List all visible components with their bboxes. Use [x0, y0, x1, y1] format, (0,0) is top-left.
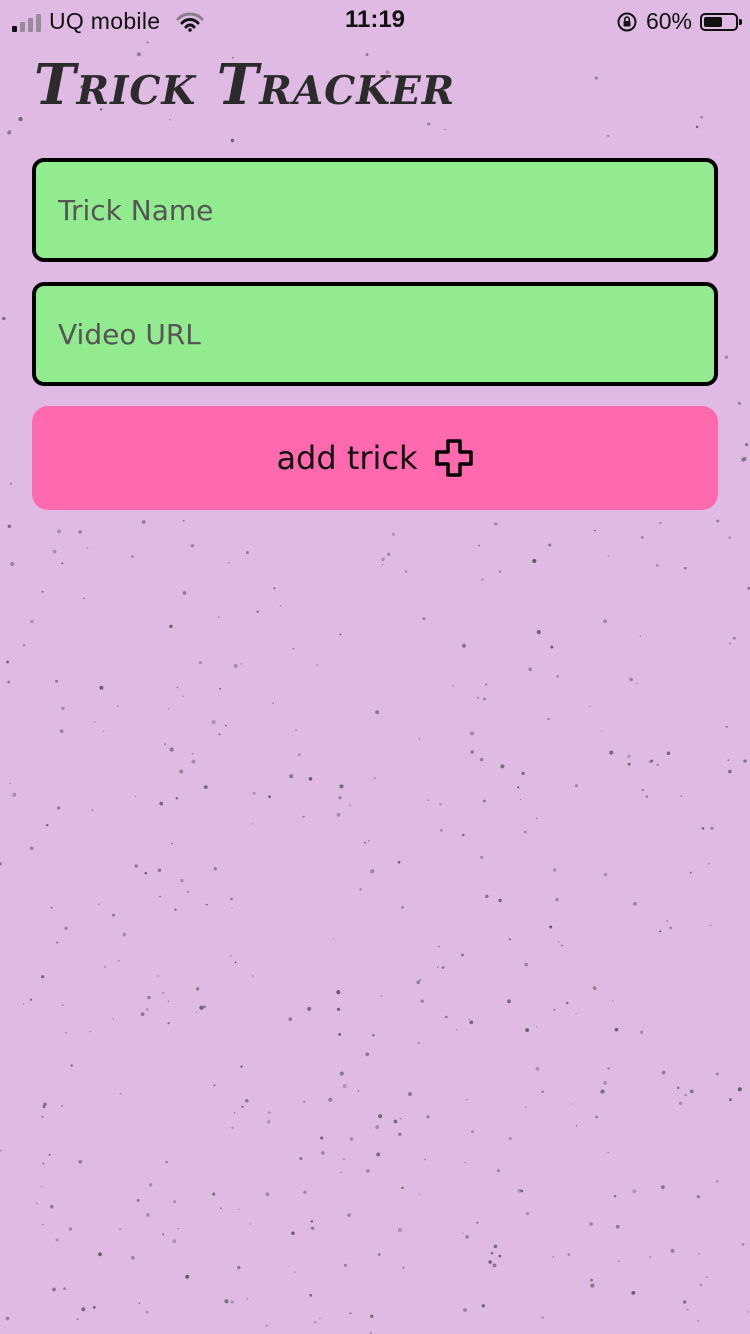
- battery-percent: 60%: [645, 8, 692, 34]
- status-bar: UQ mobile 11:19 60%: [0, 0, 750, 40]
- trick-name-input[interactable]: [32, 158, 718, 262]
- video-url-input[interactable]: [32, 282, 718, 386]
- battery-level: [704, 16, 722, 27]
- app-title: Trick Tracker: [34, 52, 456, 118]
- add-trick-button[interactable]: add trick: [32, 406, 718, 510]
- battery-icon: [700, 12, 742, 31]
- orientation-lock-icon: [617, 12, 637, 31]
- plus-icon: [434, 439, 473, 477]
- add-trick-label: add trick: [276, 439, 418, 477]
- status-right: 60%: [616, 8, 742, 35]
